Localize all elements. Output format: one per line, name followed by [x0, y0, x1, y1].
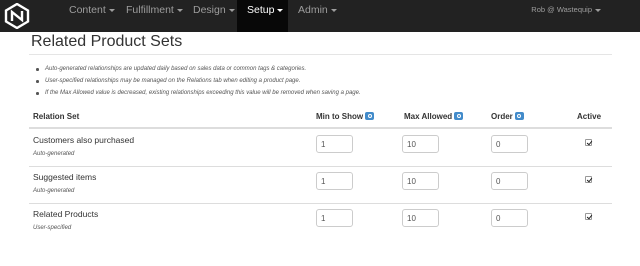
relation-set-name: Suggested items: [33, 172, 97, 182]
table-row: Customers also purchased Auto-generated: [29, 129, 612, 166]
page-title: Related Product Sets: [31, 33, 183, 50]
nav-admin[interactable]: Admin: [288, 0, 342, 32]
chevron-down-icon: [108, 8, 115, 12]
header-max-allowed: Max Allowed: [404, 112, 464, 121]
header-min-to-show: Min to Show: [316, 112, 375, 121]
chevron-down-icon: [228, 8, 235, 12]
nav-design[interactable]: Design: [184, 0, 240, 32]
active-checkbox[interactable]: [585, 139, 592, 146]
logo-icon[interactable]: [4, 3, 30, 29]
info-notes: Auto-generated relationships are updated…: [36, 63, 361, 99]
nav-fulfillment[interactable]: Fulfillment: [117, 0, 187, 32]
table-row: Related Products User-specified: [29, 203, 612, 240]
help-icon[interactable]: [514, 112, 524, 120]
help-icon[interactable]: [454, 112, 464, 120]
title-divider: [29, 54, 612, 55]
order-input[interactable]: [491, 209, 528, 227]
user-menu[interactable]: Rob @ Wastequip: [531, 5, 601, 14]
note-item: If the Max Allowed value is decreased, e…: [36, 87, 361, 99]
active-checkbox[interactable]: [585, 176, 592, 183]
chevron-down-icon: [176, 8, 183, 12]
relation-set-type: User-specified: [33, 225, 72, 231]
relation-set-name: Related Products: [33, 209, 99, 219]
relation-set-type: Auto-generated: [33, 188, 75, 194]
chevron-down-icon: [330, 8, 337, 12]
chevron-down-icon: [277, 8, 284, 12]
max-allowed-input[interactable]: [402, 209, 439, 227]
nav-setup[interactable]: Setup: [237, 0, 288, 32]
note-item: Auto-generated relationships are updated…: [36, 63, 361, 75]
top-navbar: Content Fulfillment Design Setup Admin R…: [0, 0, 640, 32]
order-input[interactable]: [491, 172, 528, 190]
table-row: Suggested items Auto-generated: [29, 166, 612, 203]
header-relation-set: Relation Set: [33, 112, 80, 121]
max-allowed-input[interactable]: [402, 135, 439, 153]
min-to-show-input[interactable]: [316, 209, 353, 227]
header-order: Order: [491, 112, 524, 121]
min-to-show-input[interactable]: [316, 172, 353, 190]
max-allowed-input[interactable]: [402, 172, 439, 190]
help-icon[interactable]: [365, 112, 375, 120]
relation-set-name: Customers also purchased: [33, 135, 135, 145]
min-to-show-input[interactable]: [316, 135, 353, 153]
order-input[interactable]: [491, 135, 528, 153]
active-checkbox[interactable]: [585, 213, 592, 220]
relation-set-type: Auto-generated: [33, 151, 75, 157]
note-item: User-specified relationships may be mana…: [36, 75, 361, 87]
header-active: Active: [577, 112, 602, 121]
chevron-down-icon: [595, 8, 601, 12]
nav-content[interactable]: Content: [58, 0, 120, 32]
